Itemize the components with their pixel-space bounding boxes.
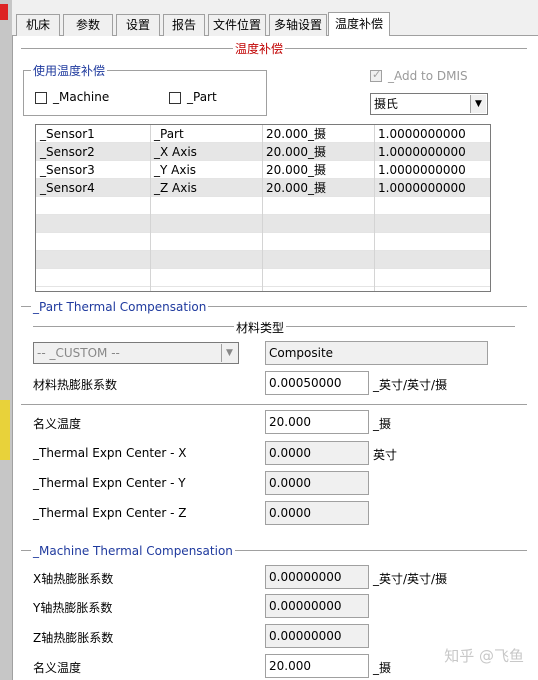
- material-coef-label: 材料热膨胀系数: [33, 378, 118, 392]
- tab-temperature-comp[interactable]: 温度补偿: [328, 12, 390, 37]
- part-nominal-temp-unit: _摄: [373, 417, 392, 431]
- main-panel: 温度补偿 使用温度补偿 _Machine _Part _Add to DMIS …: [12, 36, 538, 680]
- center-unit: 英寸: [373, 448, 398, 462]
- sensor-target-cell[interactable]: _Part: [150, 125, 184, 143]
- table-row[interactable]: [36, 197, 490, 215]
- column-divider: [374, 125, 375, 291]
- table-row[interactable]: _Sensor1 _Part 20.000_摄 1.0000000000: [36, 125, 490, 143]
- part-comp-title: _Part Thermal Compensation: [31, 300, 209, 314]
- machine-checkbox-label: _Machine: [53, 90, 110, 104]
- chevron-down-icon[interactable]: ▼: [221, 344, 237, 362]
- material-name-field[interactable]: Composite: [265, 341, 488, 365]
- machine-nominal-temp-label: 名义温度: [33, 661, 82, 675]
- sensor-temp-cell[interactable]: 20.000_摄: [262, 125, 326, 143]
- background-window-marker: [0, 400, 10, 460]
- material-type-label: 材料类型: [234, 319, 287, 336]
- sensor-temp-cell[interactable]: 20.000_摄: [262, 161, 326, 179]
- tab-file-location[interactable]: 文件位置: [208, 14, 266, 36]
- center-y-label: _Thermal Expn Center - Y: [33, 476, 186, 490]
- table-row[interactable]: [36, 269, 490, 287]
- column-divider: [150, 125, 151, 291]
- sensor-target-cell[interactable]: _X Axis: [150, 143, 197, 161]
- temperature-unit-select[interactable]: 摄氏 ▼: [370, 93, 488, 115]
- x-axis-coef-unit: _英寸/英寸/摄: [373, 572, 448, 586]
- nominal-divider: [21, 404, 527, 405]
- sensor-factor-cell[interactable]: 1.0000000000: [374, 125, 466, 143]
- part-nominal-temp-field[interactable]: 20.000: [265, 410, 369, 434]
- machine-nominal-temp-unit: _摄: [373, 661, 392, 675]
- add-to-dmis-checkbox[interactable]: [370, 68, 382, 82]
- sensor-name-cell[interactable]: _Sensor3: [36, 161, 95, 179]
- use-comp-title: 使用温度补偿: [31, 62, 108, 79]
- sensor-factor-cell[interactable]: 1.0000000000: [374, 143, 466, 161]
- table-row[interactable]: [36, 215, 490, 233]
- material-select[interactable]: -- _CUSTOM -- ▼: [33, 342, 239, 364]
- page-title: 温度补偿: [233, 40, 286, 57]
- sensor-factor-cell[interactable]: 1.0000000000: [374, 179, 466, 197]
- tab-parameters[interactable]: 参数: [63, 14, 113, 36]
- table-row[interactable]: [36, 251, 490, 269]
- sensor-name-cell[interactable]: _Sensor2: [36, 143, 95, 161]
- sensor-name-cell[interactable]: _Sensor4: [36, 179, 95, 197]
- part-checkbox[interactable]: [169, 92, 181, 104]
- center-z-field[interactable]: 0.0000: [265, 501, 369, 525]
- tab-machine[interactable]: 机床: [16, 14, 60, 36]
- sensor-target-cell[interactable]: _Y Axis: [150, 161, 196, 179]
- part-nominal-temp-label: 名义温度: [33, 417, 82, 431]
- y-axis-coef-field[interactable]: 0.00000000: [265, 594, 369, 618]
- material-coef-field[interactable]: 0.00050000: [265, 371, 369, 395]
- machine-checkbox[interactable]: [35, 92, 47, 104]
- sensor-temp-cell[interactable]: 20.000_摄: [262, 179, 326, 197]
- column-divider: [262, 125, 263, 291]
- z-axis-coef-label: Z轴热膨胀系数: [33, 631, 114, 645]
- sensor-table[interactable]: _Sensor4 _Z Axis 20.000_摄 1.0000000000 _Sens…: [35, 124, 491, 292]
- add-to-dmis-label: _Add to DMIS: [388, 69, 468, 83]
- tab-multi-axis[interactable]: 多轴设置: [269, 14, 327, 36]
- machine-nominal-temp-field[interactable]: 20.000: [265, 654, 369, 678]
- z-axis-coef-field[interactable]: 0.00000000: [265, 624, 369, 648]
- sensor-target-cell[interactable]: _Z Axis: [150, 179, 197, 197]
- part-checkbox-label: _Part: [187, 90, 217, 104]
- table-row[interactable]: [36, 233, 490, 251]
- background-window-edge: [0, 0, 12, 680]
- table-row[interactable]: _Sensor3 _Y Axis 20.000_摄 1.0000000000: [36, 161, 490, 179]
- tab-bar: 机床 参数 设置 报告 文件位置 多轴设置 温度补偿: [12, 12, 538, 37]
- x-axis-coef-label: X轴热膨胀系数: [33, 572, 114, 586]
- y-axis-coef-label: Y轴热膨胀系数: [33, 601, 113, 615]
- material-select-value: -- _CUSTOM --: [37, 346, 120, 360]
- x-axis-coef-field[interactable]: 0.00000000: [265, 565, 369, 589]
- sensor-name-cell[interactable]: _Sensor1: [36, 125, 95, 143]
- temperature-unit-value: 摄氏: [374, 97, 399, 111]
- center-z-label: _Thermal Expn Center - Z: [33, 506, 187, 520]
- tab-report[interactable]: 报告: [163, 14, 205, 36]
- center-y-field[interactable]: 0.0000: [265, 471, 369, 495]
- watermark: 知乎 @飞鱼: [444, 647, 524, 665]
- machine-comp-title: _Machine Thermal Compensation: [31, 544, 235, 558]
- sensor-temp-cell[interactable]: 20.000_摄: [262, 143, 326, 161]
- material-coef-unit: _英寸/英寸/摄: [373, 378, 448, 392]
- table-row[interactable]: _Sensor4 _Z Axis 20.000_摄 1.0000000000: [36, 179, 490, 197]
- background-window-marker: [0, 4, 8, 20]
- tab-settings[interactable]: 设置: [116, 14, 160, 36]
- sensor-factor-cell[interactable]: 1.0000000000: [374, 161, 466, 179]
- chevron-down-icon[interactable]: ▼: [470, 95, 486, 113]
- center-x-label: _Thermal Expn Center - X: [33, 446, 187, 460]
- table-row[interactable]: _Sensor2 _X Axis 20.000_摄 1.0000000000: [36, 143, 490, 161]
- center-x-field[interactable]: 0.0000: [265, 441, 369, 465]
